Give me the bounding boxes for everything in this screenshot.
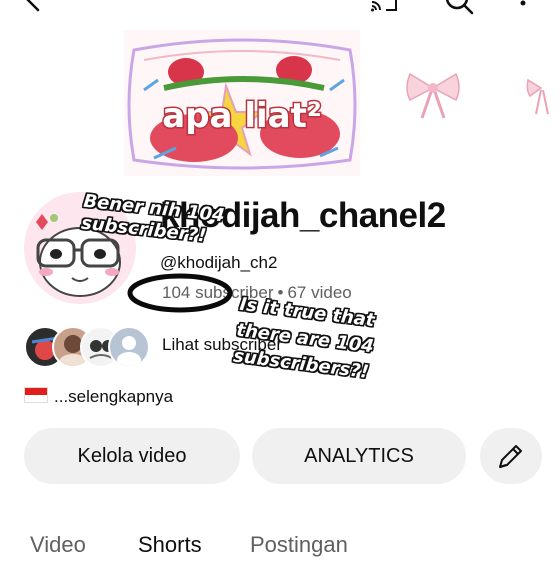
- banner-text: apa liat²: [162, 96, 321, 136]
- tab-posts[interactable]: Postingan: [250, 532, 348, 558]
- bow-decoration: [406, 72, 460, 119]
- sticker-text-bottom: Is it true that there are 104 subscriber…: [232, 292, 379, 386]
- tab-video[interactable]: Video: [30, 532, 86, 558]
- channel-banner: apa liat²: [0, 26, 560, 176]
- tab-shorts[interactable]: Shorts: [138, 532, 202, 558]
- banner-artwork: apa liat²: [124, 30, 360, 176]
- channel-description[interactable]: ...selengkapnya: [24, 387, 173, 407]
- indonesia-flag-icon: [24, 387, 48, 403]
- subscriber-avatar: [108, 326, 150, 368]
- edit-channel-button[interactable]: [480, 428, 542, 484]
- top-bar: [0, 0, 560, 22]
- subscriber-avatars[interactable]: [24, 326, 154, 368]
- search-icon[interactable]: [444, 0, 474, 16]
- analytics-button[interactable]: ANALYTICS: [252, 428, 466, 484]
- more-icon[interactable]: [516, 0, 530, 14]
- manage-videos-button[interactable]: Kelola video: [24, 428, 240, 484]
- channel-handle: @khodijah_ch2: [160, 253, 278, 272]
- description-more-link[interactable]: ...selengkapnya: [54, 387, 173, 406]
- channel-tabs: Video Shorts Postingan: [0, 530, 560, 570]
- pencil-icon: [499, 445, 522, 468]
- cast-icon[interactable]: [370, 0, 400, 14]
- back-icon[interactable]: [22, 0, 48, 14]
- bow-decoration: [526, 78, 549, 115]
